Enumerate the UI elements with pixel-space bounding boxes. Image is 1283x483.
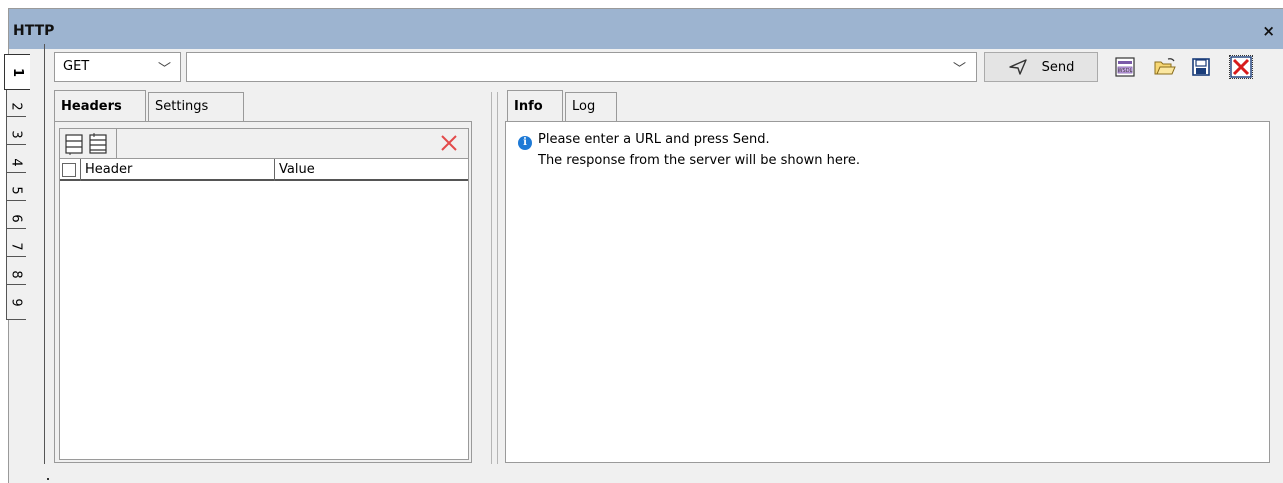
url-combobox[interactable]: ﹀ [186,52,977,82]
send-icon [1008,59,1027,75]
headers-toolbar [60,129,468,159]
add-header-icon[interactable] [64,133,84,155]
vertical-tab-1[interactable]: 1 [4,54,30,90]
send-button[interactable]: Send [984,52,1098,82]
close-icon[interactable] [1229,55,1253,79]
info-line-1: Please enter a URL and press Send. [538,132,770,147]
headers-table: Header Value [59,128,469,460]
info-panel: i Please enter a URL and press Send. The … [505,121,1270,463]
panel-splitter-edge [497,92,498,464]
headers-panel: Header Value [54,121,472,463]
save-icon[interactable] [1189,55,1213,79]
panel-splitter[interactable] [491,92,492,464]
select-all-checkbox[interactable] [62,163,76,177]
tab-info[interactable]: Info [507,90,563,122]
headers-table-header: Header Value [60,159,468,181]
info-line-2: The response from the server will be sho… [538,153,861,168]
svg-text:WSDL: WSDL [1118,68,1133,74]
column-value[interactable]: Value [274,159,468,181]
insert-header-icon[interactable] [88,133,108,155]
tab-settings[interactable]: Settings [148,92,244,122]
open-folder-icon[interactable] [1153,55,1177,79]
vertical-tab-divider [44,44,45,464]
vertical-tab-strip: 1 2 3 4 5 6 7 8 9 [2,44,44,320]
tab-log[interactable]: Log [565,92,617,122]
delete-header-icon[interactable] [440,134,458,152]
column-header[interactable]: Header [80,159,274,181]
method-select[interactable]: GET ﹀ [54,52,181,82]
method-value: GET [63,59,90,74]
title-bar: HTTP × [9,9,1283,49]
vertical-tab-9[interactable]: 9 [6,284,26,320]
send-label: Send [1041,59,1075,75]
window-title: HTTP [13,23,55,39]
mouse-cursor-dot [47,478,49,480]
wsdl-icon[interactable]: WSDL [1113,55,1137,79]
chevron-down-icon[interactable]: ﹀ [953,58,966,77]
tab-headers[interactable]: Headers [54,90,146,122]
window-close-button[interactable]: × [1262,22,1275,40]
chevron-down-icon: ﹀ [157,62,171,77]
toolbar-separator [116,129,117,159]
url-input[interactable] [189,55,939,79]
info-icon: i [518,136,532,150]
info-message: i Please enter a URL and press Send. [518,132,770,150]
